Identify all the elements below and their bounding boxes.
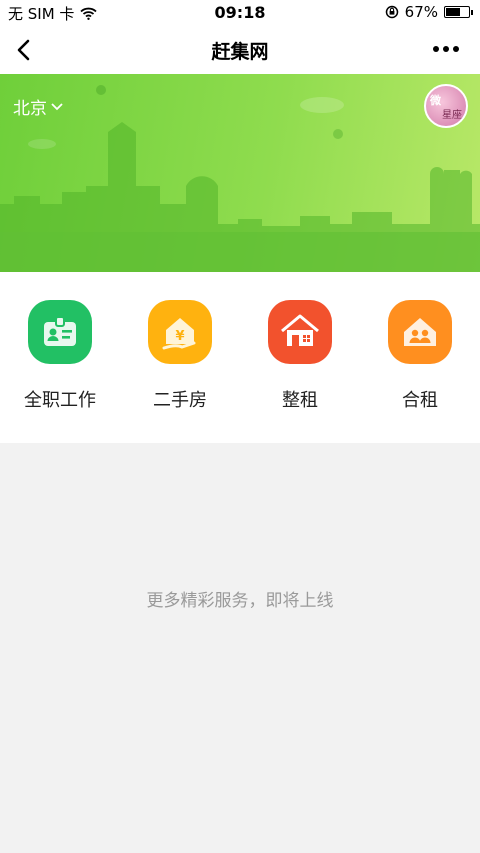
more-icon[interactable] (432, 44, 460, 54)
house-yen-icon: ¥ (162, 318, 196, 350)
shared-house-icon (404, 318, 436, 346)
city-label: 北京 (13, 99, 47, 119)
service-icon-box (28, 300, 92, 364)
coming-soon-message: 更多精彩服务，即将上线 (146, 591, 334, 611)
rotation-lock-icon (385, 5, 398, 19)
service-shared-rent[interactable]: 合租 (360, 300, 480, 412)
service-icon-box (268, 300, 332, 364)
status-bar: 无 SIM 卡 09:18 67% (0, 0, 480, 26)
status-right: 67% (385, 3, 473, 21)
service-icon-box (388, 300, 452, 364)
services-grid: 全职工作 ¥ 二手房 整租 合租 (0, 272, 480, 443)
chevron-down-icon (51, 102, 63, 110)
house-icon (281, 314, 319, 346)
battery-icon (444, 6, 473, 18)
service-icon-box: ¥ (148, 300, 212, 364)
service-whole-rent[interactable]: 整租 (240, 300, 360, 412)
service-label: 合租 (402, 390, 438, 411)
id-card-icon (44, 316, 76, 346)
service-second-hand-house[interactable]: ¥ 二手房 (120, 300, 240, 412)
avatar-text-2: 星座 (442, 110, 462, 121)
avatar[interactable]: 微 星座 (424, 84, 468, 128)
svg-text:¥: ¥ (175, 329, 184, 344)
battery-fill (446, 8, 460, 16)
battery-percent: 67% (404, 3, 438, 21)
service-label: 全职工作 (24, 390, 96, 411)
city-skyline-illustration (0, 85, 480, 272)
service-label: 整租 (282, 390, 318, 411)
city-selector[interactable]: 北京 (13, 94, 64, 119)
page-title: 赶集网 (211, 41, 269, 63)
avatar-text-1: 微 (430, 94, 441, 107)
service-fulltime-job[interactable]: 全职工作 (0, 300, 120, 412)
nav-bar: 赶集网 (0, 26, 480, 74)
banner: 北京 微 星座 (0, 74, 480, 272)
service-label: 二手房 (153, 390, 207, 411)
